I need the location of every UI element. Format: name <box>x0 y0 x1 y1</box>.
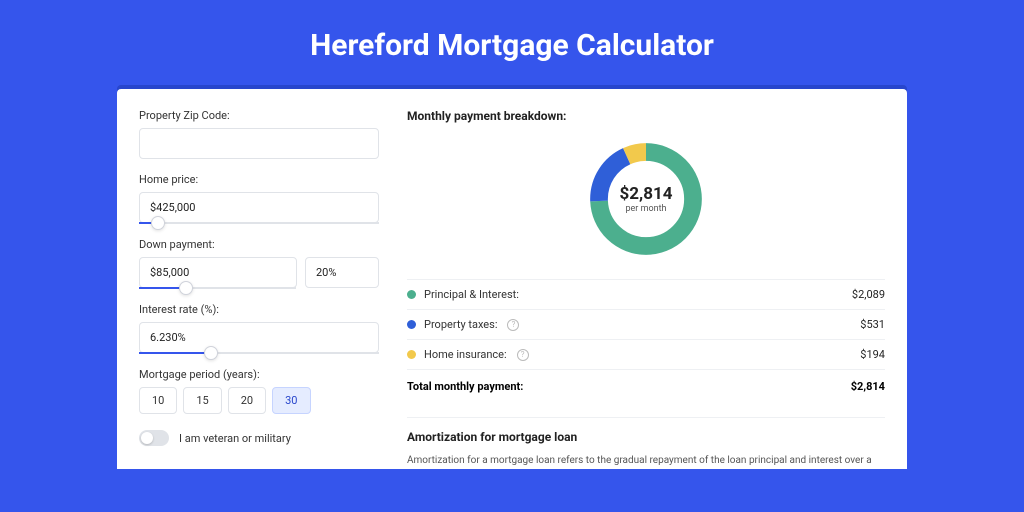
dot-icon <box>407 350 416 359</box>
row-property-taxes: Property taxes: ? $531 <box>407 309 885 339</box>
veteran-toggle[interactable] <box>139 430 169 446</box>
total-label: Total monthly payment: <box>407 380 523 393</box>
down-payment-input[interactable] <box>139 257 297 288</box>
dot-icon <box>407 320 416 329</box>
down-payment-label: Down payment: <box>139 238 379 251</box>
veteran-label: I am veteran or military <box>179 432 291 445</box>
calculator-card: Property Zip Code: Home price: Down paym… <box>117 89 907 469</box>
row-label: Principal & Interest: <box>424 288 519 301</box>
mortgage-period-pills: 10 15 20 30 <box>139 387 379 414</box>
amortization-title: Amortization for mortgage loan <box>407 430 885 444</box>
zip-label: Property Zip Code: <box>139 109 379 122</box>
donut-value: $2,814 <box>620 184 673 204</box>
period-option-15[interactable]: 15 <box>183 387 221 414</box>
breakdown-panel: Monthly payment breakdown: $2,814 per mo… <box>407 109 885 449</box>
home-price-slider[interactable] <box>139 222 379 224</box>
interest-rate-slider[interactable] <box>139 352 379 354</box>
zip-input[interactable] <box>139 128 379 159</box>
inputs-panel: Property Zip Code: Home price: Down paym… <box>139 109 379 449</box>
page-title: Hereford Mortgage Calculator <box>0 28 1024 63</box>
breakdown-title: Monthly payment breakdown: <box>407 109 885 123</box>
period-option-20[interactable]: 20 <box>228 387 266 414</box>
mortgage-period-label: Mortgage period (years): <box>139 368 379 381</box>
dot-icon <box>407 290 416 299</box>
donut-chart: $2,814 per month <box>584 137 708 261</box>
home-price-label: Home price: <box>139 173 379 186</box>
row-label: Property taxes: <box>424 318 497 331</box>
row-home-insurance: Home insurance: ? $194 <box>407 339 885 369</box>
total-value: $2,814 <box>851 380 885 393</box>
down-payment-slider[interactable] <box>139 287 296 289</box>
row-principal-interest: Principal & Interest: $2,089 <box>407 279 885 309</box>
donut-chart-wrap: $2,814 per month <box>407 127 885 279</box>
row-total: Total monthly payment: $2,814 <box>407 369 885 401</box>
interest-rate-label: Interest rate (%): <box>139 303 379 316</box>
home-price-input[interactable] <box>139 192 379 223</box>
amortization-body: Amortization for a mortgage loan refers … <box>407 454 885 469</box>
info-icon[interactable]: ? <box>507 319 519 331</box>
row-label: Home insurance: <box>424 348 507 361</box>
info-icon[interactable]: ? <box>517 349 529 361</box>
period-option-30[interactable]: 30 <box>272 387 310 414</box>
row-value: $531 <box>860 318 885 331</box>
donut-sub: per month <box>625 204 666 214</box>
calculator-card-wrap: Property Zip Code: Home price: Down paym… <box>117 85 907 469</box>
interest-rate-input[interactable] <box>139 322 379 353</box>
down-payment-pct-input[interactable] <box>305 257 379 288</box>
row-value: $2,089 <box>852 288 885 301</box>
amortization-section: Amortization for mortgage loan Amortizat… <box>407 417 885 469</box>
row-value: $194 <box>860 348 885 361</box>
period-option-10[interactable]: 10 <box>139 387 177 414</box>
